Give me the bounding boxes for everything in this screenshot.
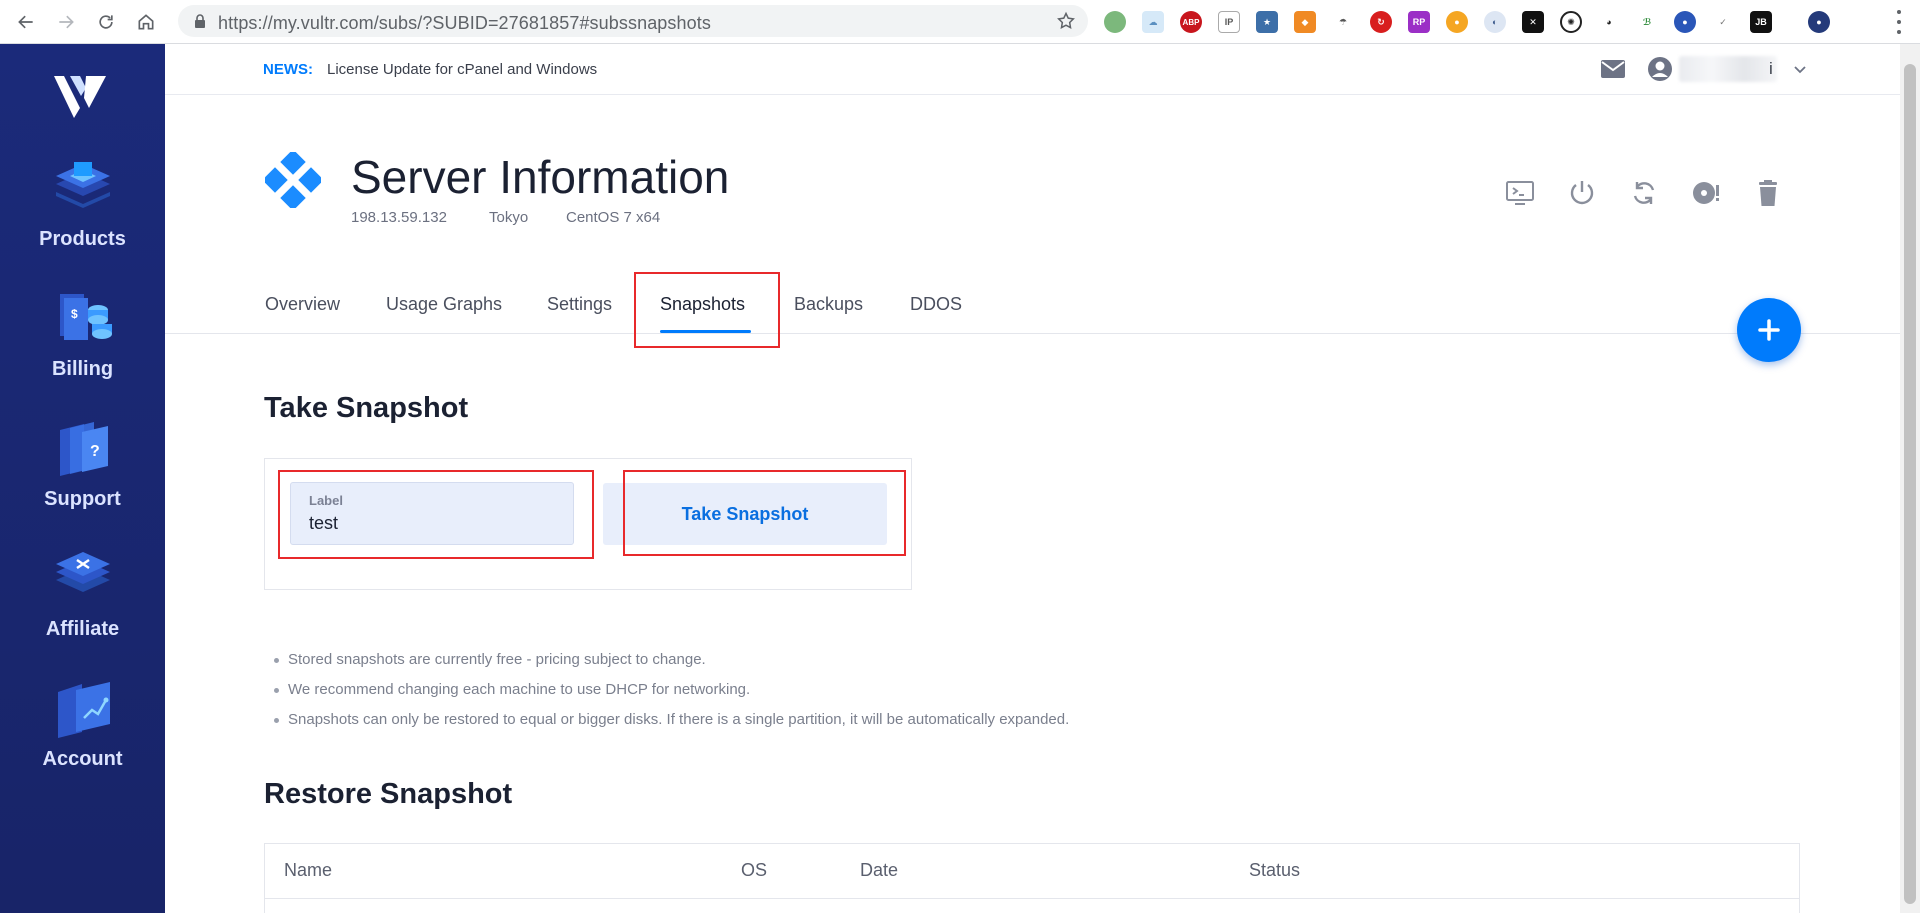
iso-disc-icon[interactable]	[1691, 178, 1721, 208]
page-scrollbar[interactable]	[1900, 44, 1920, 913]
highlight-box-label-field	[278, 470, 594, 559]
account-icon	[57, 682, 110, 738]
tab-ddos[interactable]: DDOS	[910, 294, 962, 315]
extension-leaf-icon[interactable]: ℬ	[1636, 11, 1658, 33]
trash-icon[interactable]	[1753, 178, 1783, 208]
extension-jb-icon[interactable]: JB	[1750, 11, 1772, 33]
extension-cloud-icon[interactable]: ☁	[1142, 11, 1164, 33]
add-button[interactable]	[1737, 298, 1801, 362]
extension-weibo-icon[interactable]: ●	[1446, 11, 1468, 33]
restart-icon[interactable]	[1629, 178, 1659, 208]
column-header-os: OS	[741, 860, 768, 880]
console-icon[interactable]	[1505, 178, 1535, 208]
sidebar-item-billing[interactable]: $ Billing	[0, 284, 165, 404]
svg-text:?: ?	[90, 443, 100, 460]
note-item: Stored snapshots are currently free - pr…	[273, 645, 1069, 675]
server-tabs: Overview Usage Graphs Settings Snapshots…	[165, 280, 1900, 334]
highlight-box-snapshots-tab	[634, 272, 780, 348]
extension-rp-icon[interactable]: RP	[1408, 11, 1430, 33]
server-ip: 198.13.59.132	[351, 209, 447, 226]
extension-aperture-icon[interactable]: ✺	[1560, 11, 1582, 33]
svg-text:$: $	[71, 307, 78, 321]
restore-snapshot-table: Name OS Date Status	[264, 843, 1800, 913]
extension-check-icon[interactable]: ✓	[1712, 11, 1734, 33]
extension-star-icon[interactable]: ★	[1256, 11, 1278, 33]
extension-globe-icon[interactable]: ●	[1674, 11, 1696, 33]
forward-icon[interactable]	[52, 8, 80, 36]
support-icon: ?	[59, 422, 108, 476]
sidebar-item-support[interactable]: ? Support	[0, 414, 165, 534]
tab-overview[interactable]: Overview	[265, 294, 340, 315]
back-icon[interactable]	[12, 8, 40, 36]
extension-red-circle-icon[interactable]: ↻	[1370, 11, 1392, 33]
extensions-bar: ☁ ABP IP ★ ◆ ☂ ↻ RP ● ◐ ✕ ✺ ◕ ℬ ● ✓ JB ●	[1104, 10, 1830, 34]
home-icon[interactable]	[132, 8, 160, 36]
profile-avatar-icon[interactable]: ●	[1808, 11, 1830, 33]
plus-icon	[1758, 319, 1780, 341]
power-icon[interactable]	[1567, 178, 1597, 208]
url-text: https://my.vultr.com/subs/?SUBID=2768185…	[218, 13, 711, 33]
extension-dark-icon[interactable]: ✕	[1522, 11, 1544, 33]
sidebar-label-affiliate: Affiliate	[45, 618, 120, 640]
column-header-date: Date	[860, 860, 899, 880]
extension-ip-icon[interactable]: IP	[1218, 11, 1240, 33]
take-snapshot-heading: Take Snapshot	[264, 392, 469, 424]
sidebar-label-account: Account	[42, 748, 123, 770]
vultr-logo-icon[interactable]	[52, 70, 108, 120]
extension-adblock-icon[interactable]: ABP	[1180, 11, 1202, 33]
chevron-down-icon[interactable]	[1793, 62, 1807, 76]
sidebar-item-products[interactable]: Products	[0, 154, 165, 274]
reload-icon[interactable]	[92, 8, 120, 36]
user-name-blurred[interactable]	[1679, 56, 1777, 82]
billing-icon: $	[59, 294, 112, 340]
sidebar-label-support: Support	[44, 488, 121, 510]
tab-settings[interactable]: Settings	[547, 294, 612, 315]
column-header-name: Name	[284, 860, 333, 880]
sidebar-item-affiliate[interactable]: Affiliate	[0, 544, 165, 664]
sidebar-label-billing: Billing	[51, 358, 114, 380]
server-location: Tokyo	[489, 209, 529, 226]
news-link[interactable]: License Update for cPanel and Windows	[327, 61, 597, 78]
server-os: CentOS 7 x64	[566, 209, 661, 226]
affiliate-icon	[55, 552, 110, 592]
page-title: Server Information	[351, 151, 730, 203]
scrollbar-thumb[interactable]	[1904, 64, 1916, 904]
table-header-divider	[265, 898, 1799, 899]
lock-icon	[195, 14, 205, 28]
sidebar: Products $ Billing ? Support Affiliate A…	[0, 44, 165, 913]
extension-fox-icon[interactable]: ◆	[1294, 11, 1316, 33]
address-bar[interactable]: https://my.vultr.com/subs/?SUBID=2768185…	[178, 5, 1088, 37]
note-item: We recommend changing each machine to us…	[273, 675, 1069, 705]
user-name-tail: i	[1769, 59, 1773, 78]
tab-backups[interactable]: Backups	[794, 294, 863, 315]
column-header-status: Status	[1249, 860, 1301, 880]
browser-menu-icon[interactable]	[1896, 10, 1902, 34]
news-tag: NEWS:	[263, 61, 313, 78]
extension-umbrella-icon[interactable]: ☂	[1332, 11, 1354, 33]
highlight-box-take-snapshot-button	[623, 470, 906, 556]
server-diamond-icon	[265, 152, 321, 208]
news-bar: NEWS: License Update for cPanel and Wind…	[165, 44, 1900, 95]
products-icon	[55, 162, 110, 208]
sidebar-item-account[interactable]: Account	[0, 674, 165, 794]
restore-snapshot-heading: Restore Snapshot	[264, 778, 513, 810]
extension-green-dot-icon[interactable]	[1104, 11, 1126, 33]
note-item: Snapshots can only be restored to equal …	[273, 705, 1069, 735]
browser-toolbar: https://my.vultr.com/subs/?SUBID=2768185…	[0, 0, 1920, 44]
bookmark-star-icon[interactable]	[1056, 11, 1076, 31]
tab-usage-graphs[interactable]: Usage Graphs	[386, 294, 502, 315]
extension-cat-icon[interactable]: ◕	[1598, 11, 1620, 33]
extension-compass-icon[interactable]: ◐	[1484, 11, 1506, 33]
snapshot-notes: Stored snapshots are currently free - pr…	[273, 645, 1069, 735]
mail-icon[interactable]	[1600, 59, 1626, 79]
sidebar-label-products: Products	[39, 228, 126, 250]
user-avatar-icon[interactable]	[1647, 56, 1673, 82]
